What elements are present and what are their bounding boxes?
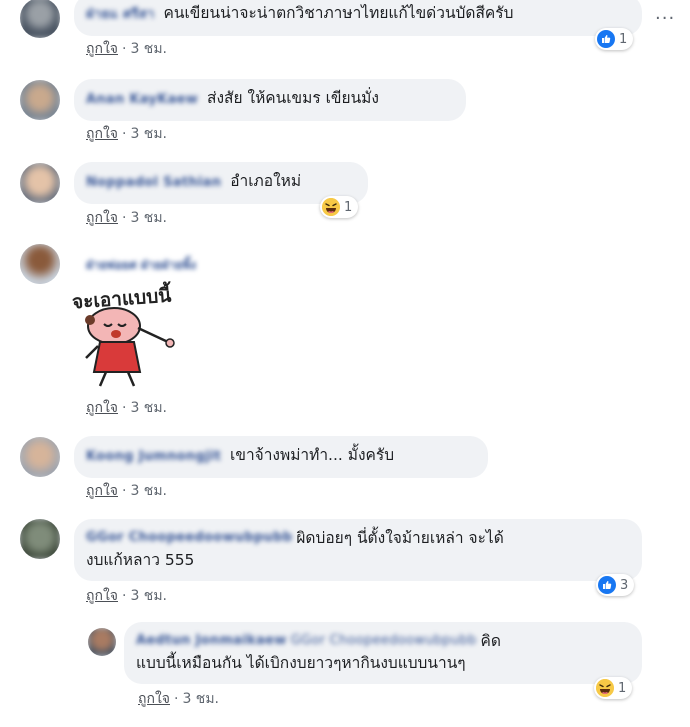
commenter-name[interactable]: GGor Choopeedoowubpubb [86, 527, 292, 549]
reaction-badge[interactable]: 1 [595, 28, 634, 50]
like-link[interactable]: ถูกใจ [86, 41, 118, 57]
like-link[interactable]: ถูกใจ [86, 483, 118, 499]
commenter-name[interactable]: Noppadol Sathian [86, 175, 221, 190]
avatar[interactable] [20, 437, 60, 477]
timestamp[interactable]: 3 ชม. [130, 210, 167, 226]
separator: · [174, 691, 179, 707]
comment-meta: ถูกใจ · 3 ชม. [86, 123, 167, 145]
timestamp[interactable]: 3 ชม. [130, 588, 167, 604]
comment-text-line-2: งบแก้หลาว 555 [86, 551, 195, 569]
separator: · [122, 588, 127, 604]
reaction-count: 3 [620, 577, 629, 593]
commenter-name[interactable]: Anan KayKaew [86, 92, 198, 107]
avatar[interactable] [20, 80, 60, 120]
comment-meta: ถูกใจ · 3 ชม. [86, 480, 167, 502]
separator: · [122, 483, 127, 499]
like-link[interactable]: ถูกใจ [86, 400, 118, 416]
mention-link[interactable]: GGor Choopeedoowubpubb [291, 630, 477, 652]
commenter-name[interactable]: Aedtun Jonmaikaew [136, 630, 287, 652]
timestamp[interactable]: 3 ชม. [130, 400, 167, 416]
more-options-icon[interactable]: ··· [655, 8, 675, 29]
reaction-badge[interactable]: 1 [320, 196, 359, 218]
comment-text: อำเภอใหม่ [230, 172, 302, 190]
comment-meta: ถูกใจ · 3 ชม. [138, 688, 219, 710]
separator: · [122, 400, 127, 416]
comment-text-line-1: คิด [480, 632, 501, 650]
sticker-character-icon [85, 307, 175, 387]
comment-bubble: Koong Jumnongjit เขาจ้างพม่าทำ... มั้งคร… [74, 436, 488, 478]
commenter-name[interactable]: ฝ่ายแ ศรีสา [86, 7, 155, 22]
comment-text: ส่งสัย ให้คนเขมร เขียนมั่ง [207, 89, 379, 107]
haha-reaction-icon [322, 198, 340, 216]
separator: · [122, 126, 127, 142]
comment-bubble: ฝ่ายแ ศรีสา คนเขียนน่าจะน่าตกวิชาภาษาไทย… [74, 0, 642, 36]
comment-bubble: Aedtun Jonmaikaew GGor Choopeedoowubpubb… [124, 622, 642, 684]
avatar[interactable] [88, 628, 116, 656]
timestamp[interactable]: 3 ชม. [130, 126, 167, 142]
like-link[interactable]: ถูกใจ [138, 691, 170, 707]
comment-meta: ถูกใจ · 3 ชม. [86, 585, 167, 607]
avatar[interactable] [20, 163, 60, 203]
comment-text: เขาจ้างพม่าทำ... มั้งครับ [230, 446, 395, 464]
comment-meta: ถูกใจ · 3 ชม. [86, 397, 167, 419]
comment-text-line-2: แบบนี้เหมือนกัน ได้เบิกงบยาวๆหากินงบแบบน… [136, 654, 466, 672]
comment-bubble: GGor Choopeedoowubpubb ผิดบ่อยๆ นี่ตั้งใ… [74, 519, 642, 581]
reaction-count: 1 [344, 199, 353, 215]
avatar[interactable] [20, 519, 60, 559]
like-reaction-icon [597, 30, 615, 48]
like-link[interactable]: ถูกใจ [86, 210, 118, 226]
comment-text: คนเขียนน่าจะน่าตกวิชาภาษาไทยแก้ไขด่วนบัด… [163, 4, 514, 22]
like-link[interactable]: ถูกใจ [86, 588, 118, 604]
timestamp[interactable]: 3 ชม. [182, 691, 219, 707]
reaction-badge[interactable]: 1 [594, 677, 633, 699]
reaction-badge[interactable]: 3 [596, 574, 635, 596]
commenter-name[interactable]: Koong Jumnongjit [86, 449, 221, 464]
reaction-count: 1 [619, 31, 628, 47]
separator: · [122, 210, 127, 226]
timestamp[interactable]: 3 ชม. [130, 41, 167, 57]
separator: · [122, 41, 127, 57]
comment-text-line-1: ผิดบ่อยๆ นี่ตั้งใจม้ายเหล่า จะได้ [296, 529, 504, 547]
like-link[interactable]: ถูกใจ [86, 126, 118, 142]
comment-bubble: Anan KayKaew ส่งสัย ให้คนเขมร เขียนมั่ง [74, 79, 466, 121]
haha-reaction-icon [596, 679, 614, 697]
comment-meta: ถูกใจ · 3 ชม. [86, 207, 167, 229]
commenter-name[interactable]: ฝ่ายพ่อยศ ฝ่ายฝ่ายพิ้ง [86, 256, 196, 275]
like-reaction-icon [598, 576, 616, 594]
avatar[interactable] [20, 0, 60, 38]
avatar[interactable] [20, 244, 60, 284]
reaction-count: 1 [618, 680, 627, 696]
comment-meta: ถูกใจ · 3 ชม. [86, 38, 167, 60]
timestamp[interactable]: 3 ชม. [130, 483, 167, 499]
sticker: จะเอาแบบนี้ [70, 282, 190, 394]
